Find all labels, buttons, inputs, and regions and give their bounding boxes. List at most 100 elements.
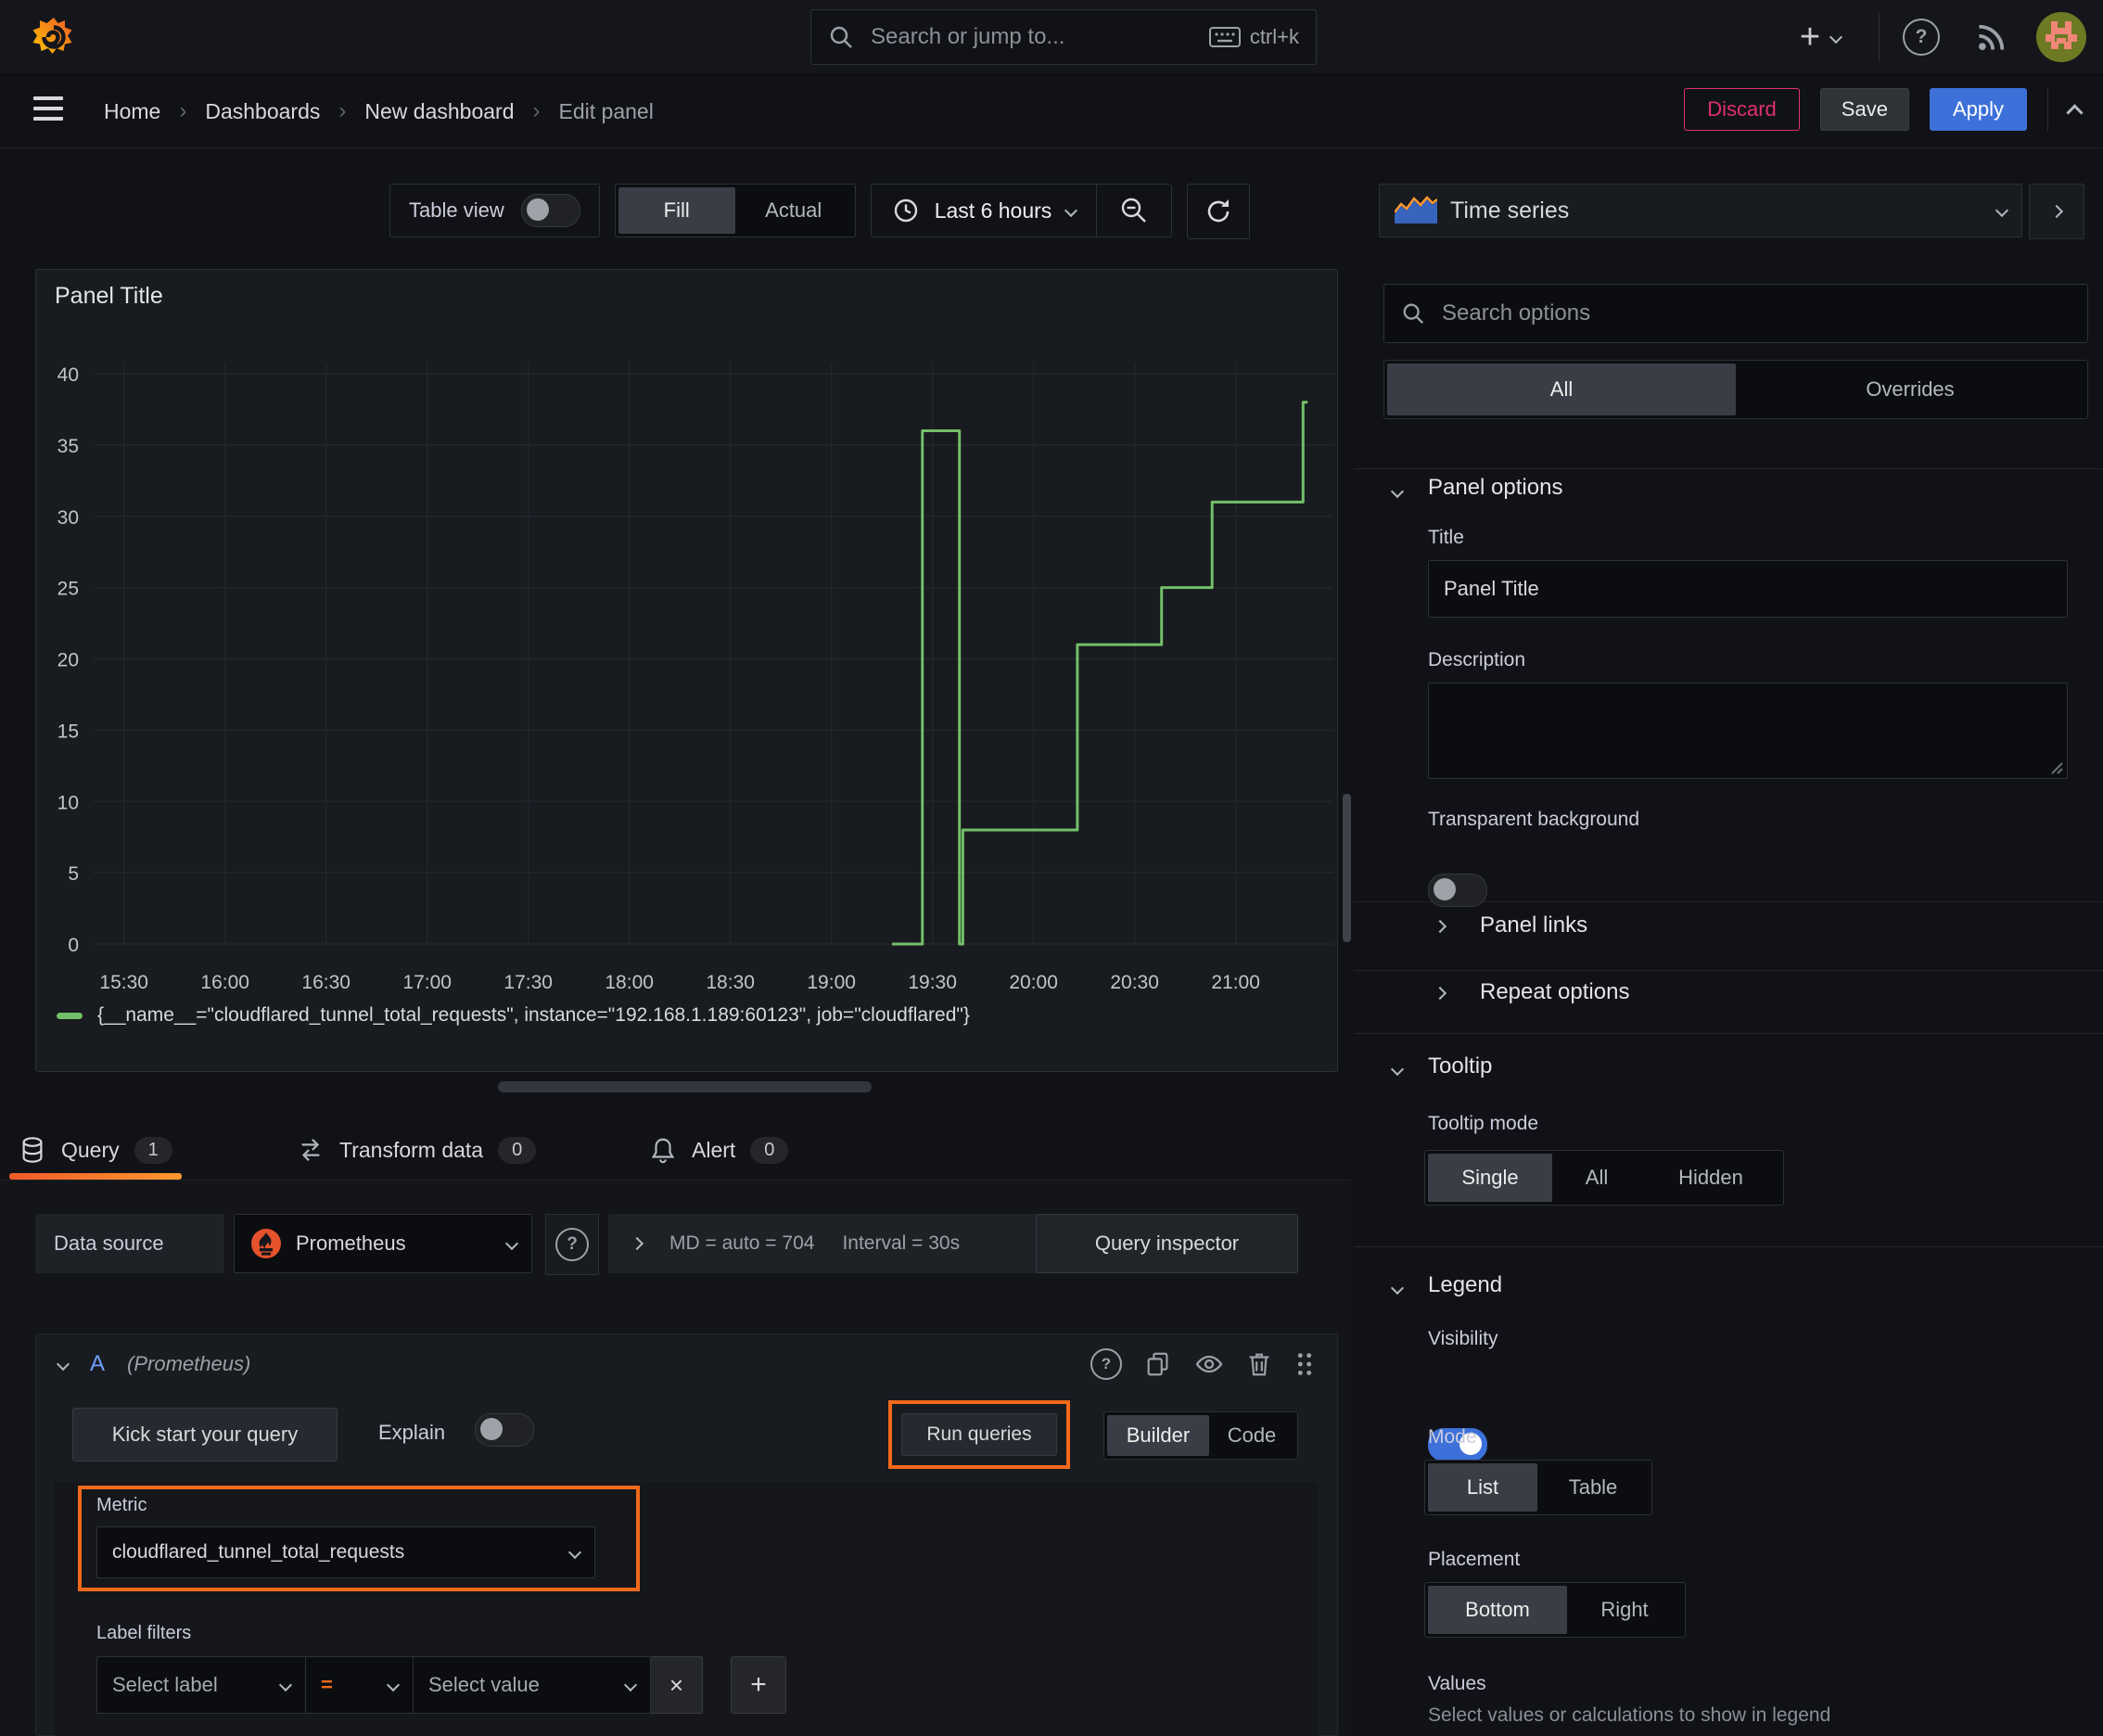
panel-actions: Discard Save Apply [1684,88,2084,131]
explain-toggle[interactable] [475,1413,534,1447]
legend-mode-table-option[interactable]: Table [1537,1463,1649,1512]
legend-header[interactable]: Legend [1428,1272,1502,1298]
tooltip-all-option[interactable]: All [1552,1154,1641,1202]
operator-dropdown[interactable]: = [306,1656,414,1714]
tab-alert[interactable]: Alert 0 [649,1120,789,1180]
tab-transform-data[interactable]: Transform data 0 [297,1120,537,1180]
apply-button[interactable]: Apply [1929,88,2027,131]
chevron-down-icon [504,1236,519,1251]
panel-links-header[interactable]: Panel links [1480,913,1587,938]
zoom-out-time-button[interactable] [1097,185,1171,236]
query-ref-id[interactable]: A [90,1351,105,1377]
query-help-icon[interactable]: ? [1090,1348,1122,1380]
discard-button[interactable]: Discard [1684,88,1800,131]
collapse-header-button[interactable] [2066,103,2084,121]
search-input[interactable] [869,23,1194,51]
metric-select[interactable]: cloudflared_tunnel_total_requests [96,1526,595,1578]
save-button[interactable]: Save [1819,88,1909,131]
legend-mode-list-option[interactable]: List [1428,1463,1537,1512]
data-source-picker[interactable]: Prometheus [234,1214,532,1273]
repeat-options-chevron-icon[interactable] [1433,986,1447,1001]
add-new-button[interactable]: + [1788,19,1853,56]
legend-series-label[interactable]: {__name__="cloudflared_tunnel_total_requ… [97,1004,970,1027]
clock-icon [894,198,917,223]
run-queries-button[interactable]: Run queries [901,1413,1057,1456]
query-options-row[interactable]: MD = auto = 704 Interval = 30s [608,1214,1077,1273]
legend-mode-label: Mode [1428,1426,1477,1448]
placement-bottom-option[interactable]: Bottom [1428,1586,1567,1634]
help-button[interactable]: ? [1901,19,1942,56]
svg-text:16:30: 16:30 [301,972,350,993]
tab-query-label: Query [61,1137,120,1162]
toggle-visibility-icon[interactable] [1194,1349,1224,1379]
kick-start-query-button[interactable]: Kick start your query [72,1408,338,1462]
actual-option[interactable]: Actual [735,187,852,234]
pane-resize-handle[interactable] [498,1081,872,1092]
tooltip-hidden-option[interactable]: Hidden [1641,1154,1780,1202]
tab-query[interactable]: Query 1 [9,1120,182,1180]
svg-text:17:30: 17:30 [503,972,553,993]
description-textarea[interactable] [1428,683,2068,779]
database-icon [22,1137,43,1163]
resize-handle-icon[interactable] [2048,760,2063,774]
legend-series-marker[interactable] [57,1012,83,1019]
delete-query-icon[interactable] [1246,1350,1272,1378]
breadcrumb-new-dashboard[interactable]: New dashboard [364,99,514,124]
visualization-picker[interactable]: Time series [1379,184,2022,237]
chevron-down-icon [1064,203,1078,218]
fill-actual-switch: Fill Actual [614,184,856,237]
panel-options-header[interactable]: Panel options [1428,475,1562,501]
table-view-toggle[interactable] [520,194,580,227]
prometheus-icon [251,1229,281,1258]
tooltip-single-option[interactable]: Single [1428,1154,1552,1202]
tooltip-section-chevron-icon[interactable] [1390,1062,1405,1077]
query-inspector-button[interactable]: Query inspector [1036,1214,1298,1273]
panel-options-chevron-icon[interactable] [1390,484,1405,499]
time-range-picker[interactable]: Last 6 hours [872,197,1097,224]
legend-values-label: Values [1428,1673,1486,1694]
options-search-box[interactable] [1383,284,2088,343]
global-search-box[interactable]: ctrl+k [810,9,1317,65]
legend-mode-switch: List Table [1424,1460,1652,1515]
data-source-value: Prometheus [296,1232,406,1255]
grafana-edit-panel-page: ctrl+k + ? Home › Dashboards › New dashb… [0,0,2103,1736]
visibility-label: Visibility [1428,1328,1498,1349]
menu-toggle-button[interactable] [33,96,63,121]
duplicate-query-icon[interactable] [1144,1350,1172,1378]
tab-all[interactable]: All [1387,364,1736,415]
explain-label: Explain [378,1421,446,1444]
svg-text:25: 25 [57,579,79,600]
data-source-label-chip: Data source [35,1214,224,1273]
collapse-options-pane-button[interactable] [2029,184,2084,239]
select-label-dropdown[interactable]: Select label [96,1656,306,1714]
panel-links-chevron-icon[interactable] [1433,919,1447,934]
svg-text:18:00: 18:00 [605,972,654,993]
table-view-label: Table view [409,198,504,222]
options-search-input[interactable] [1440,300,2071,327]
code-option[interactable]: Code [1209,1415,1294,1456]
add-filter-button[interactable]: + [731,1656,786,1714]
remove-filter-button[interactable]: × [651,1656,703,1714]
fill-option[interactable]: Fill [618,187,735,234]
operator-value: = [321,1673,333,1696]
panel-title-input[interactable] [1428,560,2068,618]
collapse-query-chevron-icon[interactable] [56,1357,70,1372]
legend-section-chevron-icon[interactable] [1390,1281,1405,1296]
breadcrumb-home[interactable]: Home [104,99,160,124]
data-source-help-button[interactable]: ? [545,1214,599,1275]
placement-right-option[interactable]: Right [1567,1586,1682,1634]
news-button[interactable] [1971,19,2012,56]
tab-overrides[interactable]: Overrides [1736,364,2084,415]
builder-option[interactable]: Builder [1107,1415,1209,1456]
tooltip-header[interactable]: Tooltip [1428,1053,1492,1079]
vertical-scrollbar[interactable] [1343,794,1351,942]
refresh-button[interactable] [1187,184,1251,239]
breadcrumb-dashboards[interactable]: Dashboards [205,99,320,124]
refresh-icon [1208,199,1230,223]
repeat-options-header[interactable]: Repeat options [1480,979,1629,1005]
drag-handle-icon[interactable] [1294,1350,1315,1378]
select-value-dropdown[interactable]: Select value [414,1656,651,1714]
grafana-logo-icon[interactable] [32,15,76,59]
user-avatar[interactable] [2036,12,2086,62]
time-series-chart[interactable]: 0 5 10 15 20 25 30 35 40 15:30 16:00 16:30 17:00 17:3… [36,270,1339,1002]
